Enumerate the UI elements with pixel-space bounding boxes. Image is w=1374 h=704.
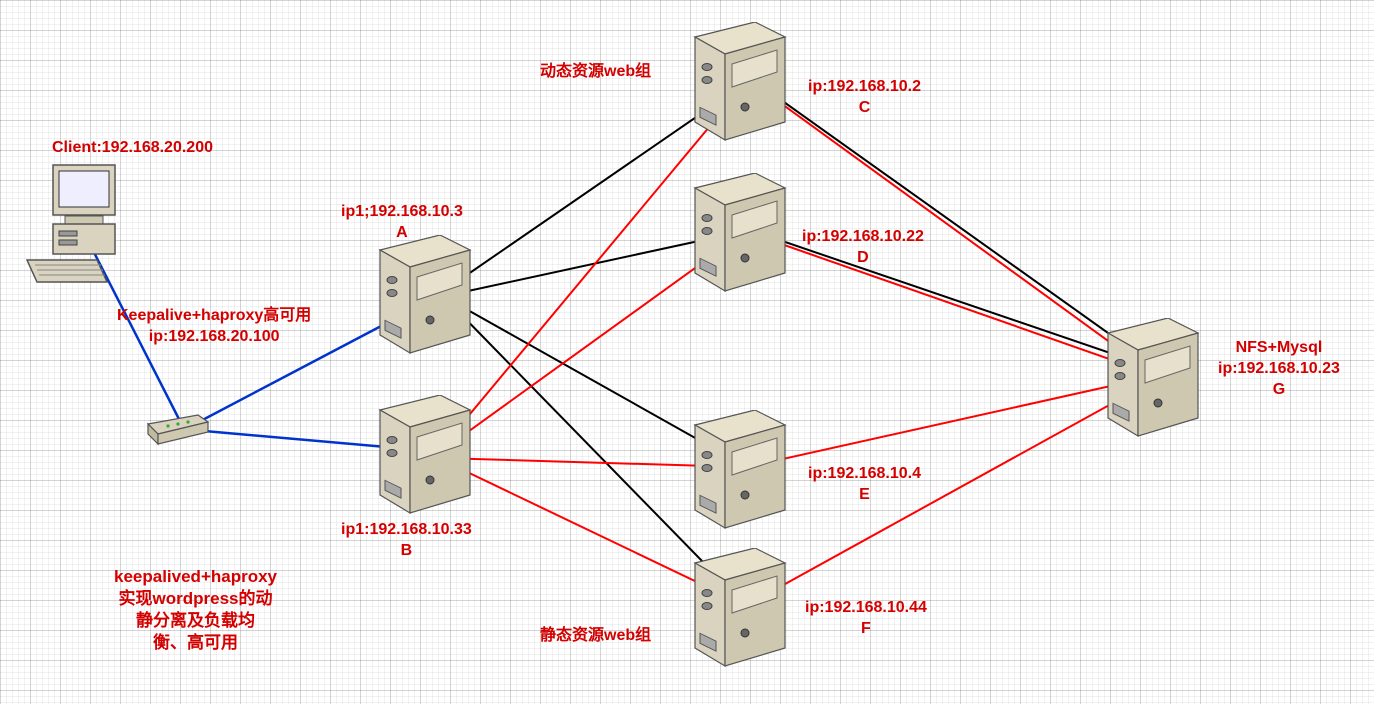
server-c-ip: ip:192.168.10.2 — [808, 77, 921, 98]
client-computer-icon — [25, 160, 135, 295]
switch-icon — [143, 412, 213, 452]
server-a-label: ip1;192.168.10.3 A — [341, 202, 463, 244]
server-c-label: ip:192.168.10.2 C — [808, 77, 921, 119]
switch-label-line1: Keepalive+haproxy高可用 — [117, 306, 311, 327]
server-g-icon — [1098, 318, 1208, 448]
caption-line4: 衡、高可用 — [114, 632, 277, 654]
server-d-label: ip:192.168.10.22 D — [802, 227, 924, 269]
server-c-icon — [685, 22, 795, 152]
switch-label-line2: ip:192.168.20.100 — [117, 327, 311, 348]
caption-line3: 静分离及负载均 — [114, 610, 277, 632]
static-group-label: 静态资源web组 — [540, 626, 651, 647]
server-g-title: NFS+Mysql — [1218, 338, 1340, 359]
caption-line2: 实现wordpress的动 — [114, 588, 277, 610]
server-f-label: ip:192.168.10.44 F — [805, 598, 927, 640]
server-b-label: ip1:192.168.10.33 B — [341, 520, 472, 562]
server-c-id: C — [808, 98, 921, 119]
caption-line1: keepalived+haproxy — [114, 566, 277, 588]
dynamic-group-label: 动态资源web组 — [540, 62, 651, 83]
server-d-ip: ip:192.168.10.22 — [802, 227, 924, 248]
server-b-id: B — [341, 541, 472, 562]
client-label: Client:192.168.20.200 — [52, 138, 213, 159]
server-a-ip: ip1;192.168.10.3 — [341, 202, 463, 223]
server-e-ip: ip:192.168.10.4 — [808, 464, 921, 485]
server-a-icon — [370, 235, 480, 365]
server-e-id: E — [808, 485, 921, 506]
server-e-icon — [685, 410, 795, 540]
switch-label: Keepalive+haproxy高可用 ip:192.168.20.100 — [117, 306, 311, 348]
server-f-id: F — [805, 619, 927, 640]
server-g-ip: ip:192.168.10.23 — [1218, 359, 1340, 380]
server-f-icon — [685, 548, 795, 678]
server-d-icon — [685, 173, 795, 303]
server-d-id: D — [802, 248, 924, 269]
server-b-ip: ip1:192.168.10.33 — [341, 520, 472, 541]
server-f-ip: ip:192.168.10.44 — [805, 598, 927, 619]
server-e-label: ip:192.168.10.4 E — [808, 464, 921, 506]
server-b-icon — [370, 395, 480, 525]
server-a-id: A — [341, 223, 463, 244]
server-g-id: G — [1218, 380, 1340, 401]
caption: keepalived+haproxy 实现wordpress的动 静分离及负载均… — [114, 566, 277, 654]
server-g-label: NFS+Mysql ip:192.168.10.23 G — [1218, 338, 1340, 400]
